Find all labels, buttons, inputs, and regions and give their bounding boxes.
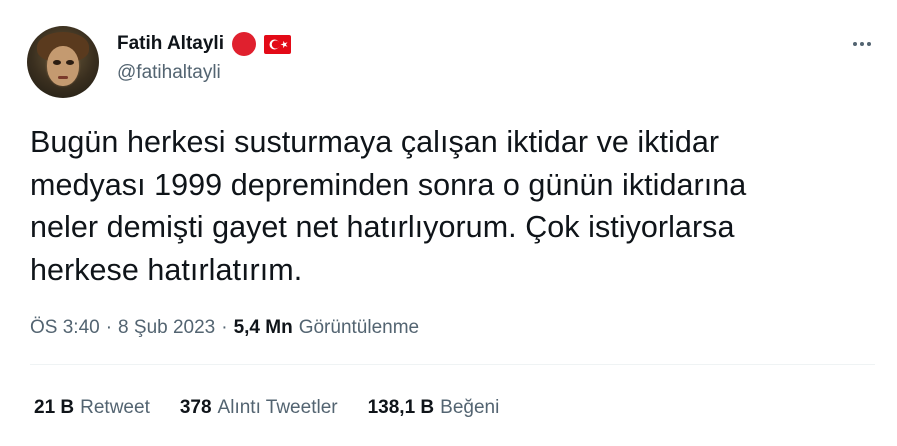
retweets-count: 21 B: [34, 397, 75, 418]
likes-label: Beğeni: [440, 397, 500, 418]
red-circle-icon: [231, 32, 256, 56]
views-count: 5,4 Mn: [233, 317, 293, 338]
likes-stat[interactable]: 138,1 B Beğeni: [368, 397, 500, 419]
author-handle[interactable]: @fatihaltayli: [117, 62, 221, 84]
author-name[interactable]: Fatih Altayli: [117, 33, 224, 55]
meta-separator: ·: [221, 317, 228, 338]
avatar-eye: [66, 60, 74, 65]
retweets-stat[interactable]: 21 B Retweet: [34, 397, 150, 419]
divider: [30, 364, 875, 365]
meta-separator: ·: [105, 317, 113, 338]
tweet-card: Fatih Altayli @fatihaltayli Bugün herkes…: [0, 0, 897, 446]
avatar-face: [47, 46, 79, 86]
avatar-mouth: [58, 76, 68, 79]
avatar[interactable]: [27, 26, 99, 98]
tweet-stats: 21 B Retweet 378 Alıntı Tweetler 138,1 B…: [34, 397, 499, 419]
quote-tweets-count: 378: [179, 397, 212, 418]
tweet-date[interactable]: 8 Şub 2023: [118, 317, 215, 339]
likes-count: 138,1 B: [367, 397, 435, 418]
tweet-meta: ÖS 3:40 · 8 Şub 2023 · 5,4 Mn Görüntülen…: [30, 317, 419, 339]
avatar-eye: [53, 60, 61, 65]
turkey-flag-icon: [263, 34, 291, 54]
dot: [860, 42, 864, 46]
dot: [853, 42, 857, 46]
quote-tweets-label: Alıntı Tweetler: [217, 397, 338, 418]
more-options-icon[interactable]: [848, 34, 876, 54]
tweet-text: Bugün herkesi susturmaya çalışan iktidar…: [30, 125, 747, 287]
tweet-time[interactable]: ÖS 3:40: [30, 317, 100, 339]
author-name-row: Fatih Altayli: [117, 31, 291, 57]
views-label: Görüntülenme: [298, 317, 420, 338]
retweets-label: Retweet: [80, 397, 150, 418]
quote-tweets-stat[interactable]: 378 Alıntı Tweetler: [180, 397, 338, 419]
dot: [867, 42, 871, 46]
